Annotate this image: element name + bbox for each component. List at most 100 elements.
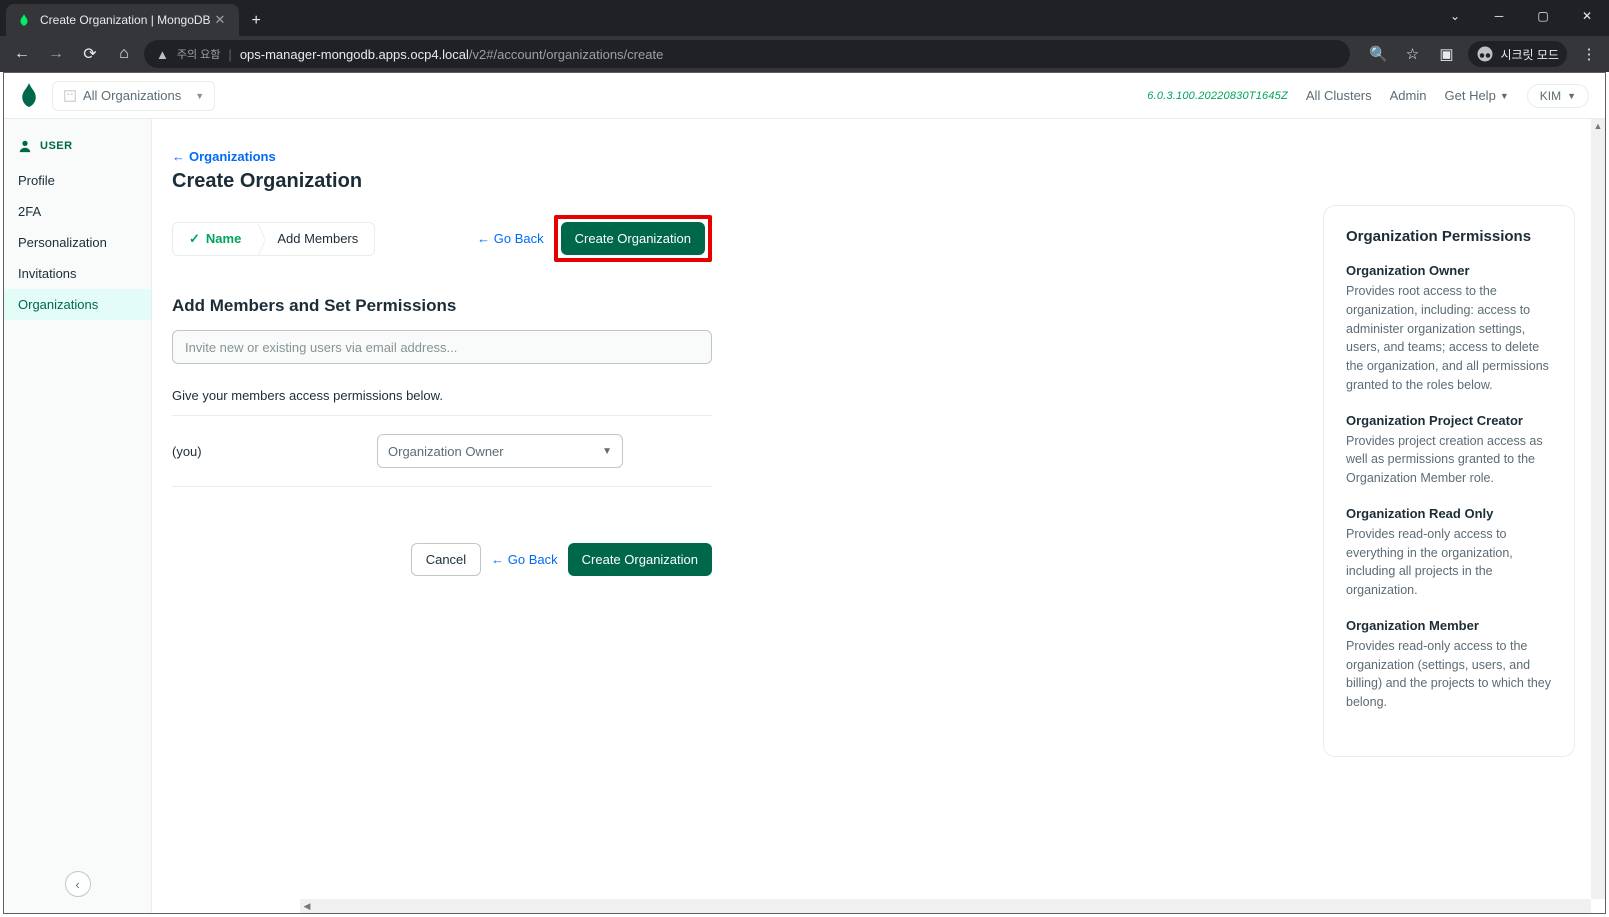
building-icon (63, 89, 77, 103)
sidebar-item-2fa[interactable]: 2FA (4, 196, 151, 227)
app-frame: All Organizations ▼ 6.0.3.100.20220830T1… (3, 72, 1606, 914)
sidebar-item-invitations[interactable]: Invitations (4, 258, 151, 289)
permission-role: Organization Member Provides read-only a… (1346, 618, 1552, 712)
chevron-down-icon: ▼ (195, 91, 204, 101)
chevron-left-icon: ‹ (75, 877, 79, 892)
check-icon: ✓ (189, 231, 200, 247)
breadcrumb-label: Organizations (189, 149, 276, 164)
create-organization-button-top[interactable]: Create Organization (561, 222, 705, 255)
permission-role-desc: Provides read-only access to the organiz… (1346, 637, 1552, 712)
permission-role-name: Organization Owner (1346, 263, 1552, 278)
permission-role-desc: Provides read-only access to everything … (1346, 525, 1552, 600)
home-icon[interactable]: ⌂ (110, 40, 138, 68)
permission-role-name: Organization Read Only (1346, 506, 1552, 521)
chevron-down-icon: ▼ (1500, 91, 1509, 101)
sidebar: USER Profile 2FA Personalization Invitat… (4, 119, 152, 913)
footer-actions: Cancel ← Go Back Create Organization (172, 543, 712, 576)
create-organization-button-bottom[interactable]: Create Organization (568, 543, 712, 576)
window-close-icon[interactable]: ✕ (1565, 0, 1609, 32)
window-controls: ⌄ ─ ▢ ✕ (1433, 0, 1609, 36)
mongodb-logo-icon[interactable] (20, 83, 38, 109)
chevron-down-icon: ▼ (602, 446, 612, 457)
maximize-icon[interactable]: ▢ (1521, 0, 1565, 32)
collapse-sidebar-button[interactable]: ‹ (65, 871, 91, 897)
scroll-left-icon: ◀ (300, 901, 314, 912)
arrow-left-icon: ← (491, 552, 504, 567)
panel-icon[interactable]: ▣ (1434, 42, 1458, 66)
annotation-highlight: Create Organization (554, 215, 712, 262)
version-string: 6.0.3.100.20220830T1645Z (1147, 90, 1288, 102)
reload-icon[interactable]: ⟳ (76, 40, 104, 68)
wizard-step-add-label: Add Members (277, 231, 358, 246)
org-switcher-label: All Organizations (83, 88, 181, 103)
forward-icon: → (42, 40, 70, 68)
tab-strip: Create Organization | MongoDB ✕ + ⌄ ─ ▢ … (0, 0, 1609, 36)
invite-members-input[interactable] (172, 330, 712, 364)
permission-role-desc: Provides root access to the organization… (1346, 282, 1552, 395)
sidebar-item-personalization[interactable]: Personalization (4, 227, 151, 258)
minimize-icon[interactable]: ─ (1477, 0, 1521, 32)
role-selected-value: Organization Owner (388, 444, 504, 459)
get-help-menu[interactable]: Get Help ▼ (1445, 88, 1509, 103)
browser-chrome: Create Organization | MongoDB ✕ + ⌄ ─ ▢ … (0, 0, 1609, 72)
sidebar-item-profile[interactable]: Profile (4, 165, 151, 196)
bookmark-icon[interactable]: ☆ (1400, 42, 1424, 66)
page-title: Create Organization (172, 170, 712, 193)
sidebar-heading: USER (4, 139, 151, 165)
user-name: KIM (1540, 89, 1561, 103)
sidebar-heading-text: USER (40, 140, 73, 152)
wizard-step-name-label: Name (206, 231, 241, 246)
close-icon[interactable]: ✕ (211, 10, 230, 30)
browser-tab[interactable]: Create Organization | MongoDB ✕ (6, 4, 239, 36)
kebab-icon[interactable]: ⋮ (1577, 42, 1601, 66)
user-menu[interactable]: KIM ▼ (1527, 84, 1589, 108)
incognito-badge: 시크릿 모드 (1468, 41, 1567, 67)
member-row-you: (you) Organization Owner ▼ (172, 434, 712, 487)
admin-link[interactable]: Admin (1390, 88, 1427, 103)
arrow-left-icon: ← (477, 231, 490, 246)
window-dropdown-icon[interactable]: ⌄ (1433, 0, 1477, 32)
permission-role-name: Organization Project Creator (1346, 413, 1552, 428)
permission-role: Organization Read Only Provides read-onl… (1346, 506, 1552, 600)
get-help-label: Get Help (1445, 88, 1496, 103)
wizard-steps: ✓ Name Add Members (172, 222, 375, 256)
app-topbar: All Organizations ▼ 6.0.3.100.20220830T1… (4, 73, 1605, 119)
org-switcher[interactable]: All Organizations ▼ (52, 81, 215, 111)
permissions-panel-title: Organization Permissions (1346, 228, 1552, 245)
go-back-label: Go Back (508, 552, 558, 567)
permission-role: Organization Owner Provides root access … (1346, 263, 1552, 395)
vertical-scrollbar[interactable]: ▲ (1591, 119, 1605, 899)
sidebar-item-organizations[interactable]: Organizations (4, 289, 151, 320)
permissions-helper-text: Give your members access permissions bel… (172, 388, 712, 416)
permission-role-desc: Provides project creation access as well… (1346, 432, 1552, 488)
all-clusters-link[interactable]: All Clusters (1306, 88, 1372, 103)
address-bar[interactable]: ▲ 주의 요함 | ops-manager-mongodb.apps.ocp4.… (144, 40, 1350, 68)
permission-role-name: Organization Member (1346, 618, 1552, 633)
go-back-label: Go Back (494, 231, 544, 246)
back-icon[interactable]: ← (8, 40, 36, 68)
search-icon[interactable]: 🔍 (1366, 42, 1390, 66)
user-icon (18, 139, 32, 153)
url-domain: ops-manager-mongodb.apps.ocp4.local (240, 47, 469, 62)
new-tab-button[interactable]: + (239, 6, 272, 36)
you-label: (you) (172, 444, 377, 459)
section-title: Add Members and Set Permissions (172, 296, 712, 316)
chevron-down-icon: ▼ (1567, 91, 1576, 101)
go-back-link-top[interactable]: ← Go Back (477, 231, 543, 246)
security-label: 주의 요함 (177, 46, 221, 62)
permission-role: Organization Project Creator Provides pr… (1346, 413, 1552, 488)
url-path: /v2#/account/organizations/create (469, 47, 663, 62)
address-row: ← → ⟳ ⌂ ▲ 주의 요함 | ops-manager-mongodb.ap… (0, 36, 1609, 72)
scroll-up-icon: ▲ (1591, 119, 1605, 133)
mongodb-leaf-icon (16, 12, 32, 28)
main-content: ← Organizations Create Organization ✓ Nam… (152, 119, 1605, 913)
horizontal-scrollbar[interactable]: ◀ (300, 899, 1591, 913)
go-back-link-bottom[interactable]: ← Go Back (491, 552, 557, 567)
wizard-step-add-members[interactable]: Add Members (257, 223, 374, 255)
cancel-button[interactable]: Cancel (411, 543, 481, 576)
wizard-step-name[interactable]: ✓ Name (173, 223, 257, 255)
role-select[interactable]: Organization Owner ▼ (377, 434, 623, 468)
tab-title: Create Organization | MongoDB (40, 13, 211, 27)
breadcrumb-back-link[interactable]: ← Organizations (172, 149, 712, 164)
arrow-left-icon: ← (172, 149, 185, 164)
